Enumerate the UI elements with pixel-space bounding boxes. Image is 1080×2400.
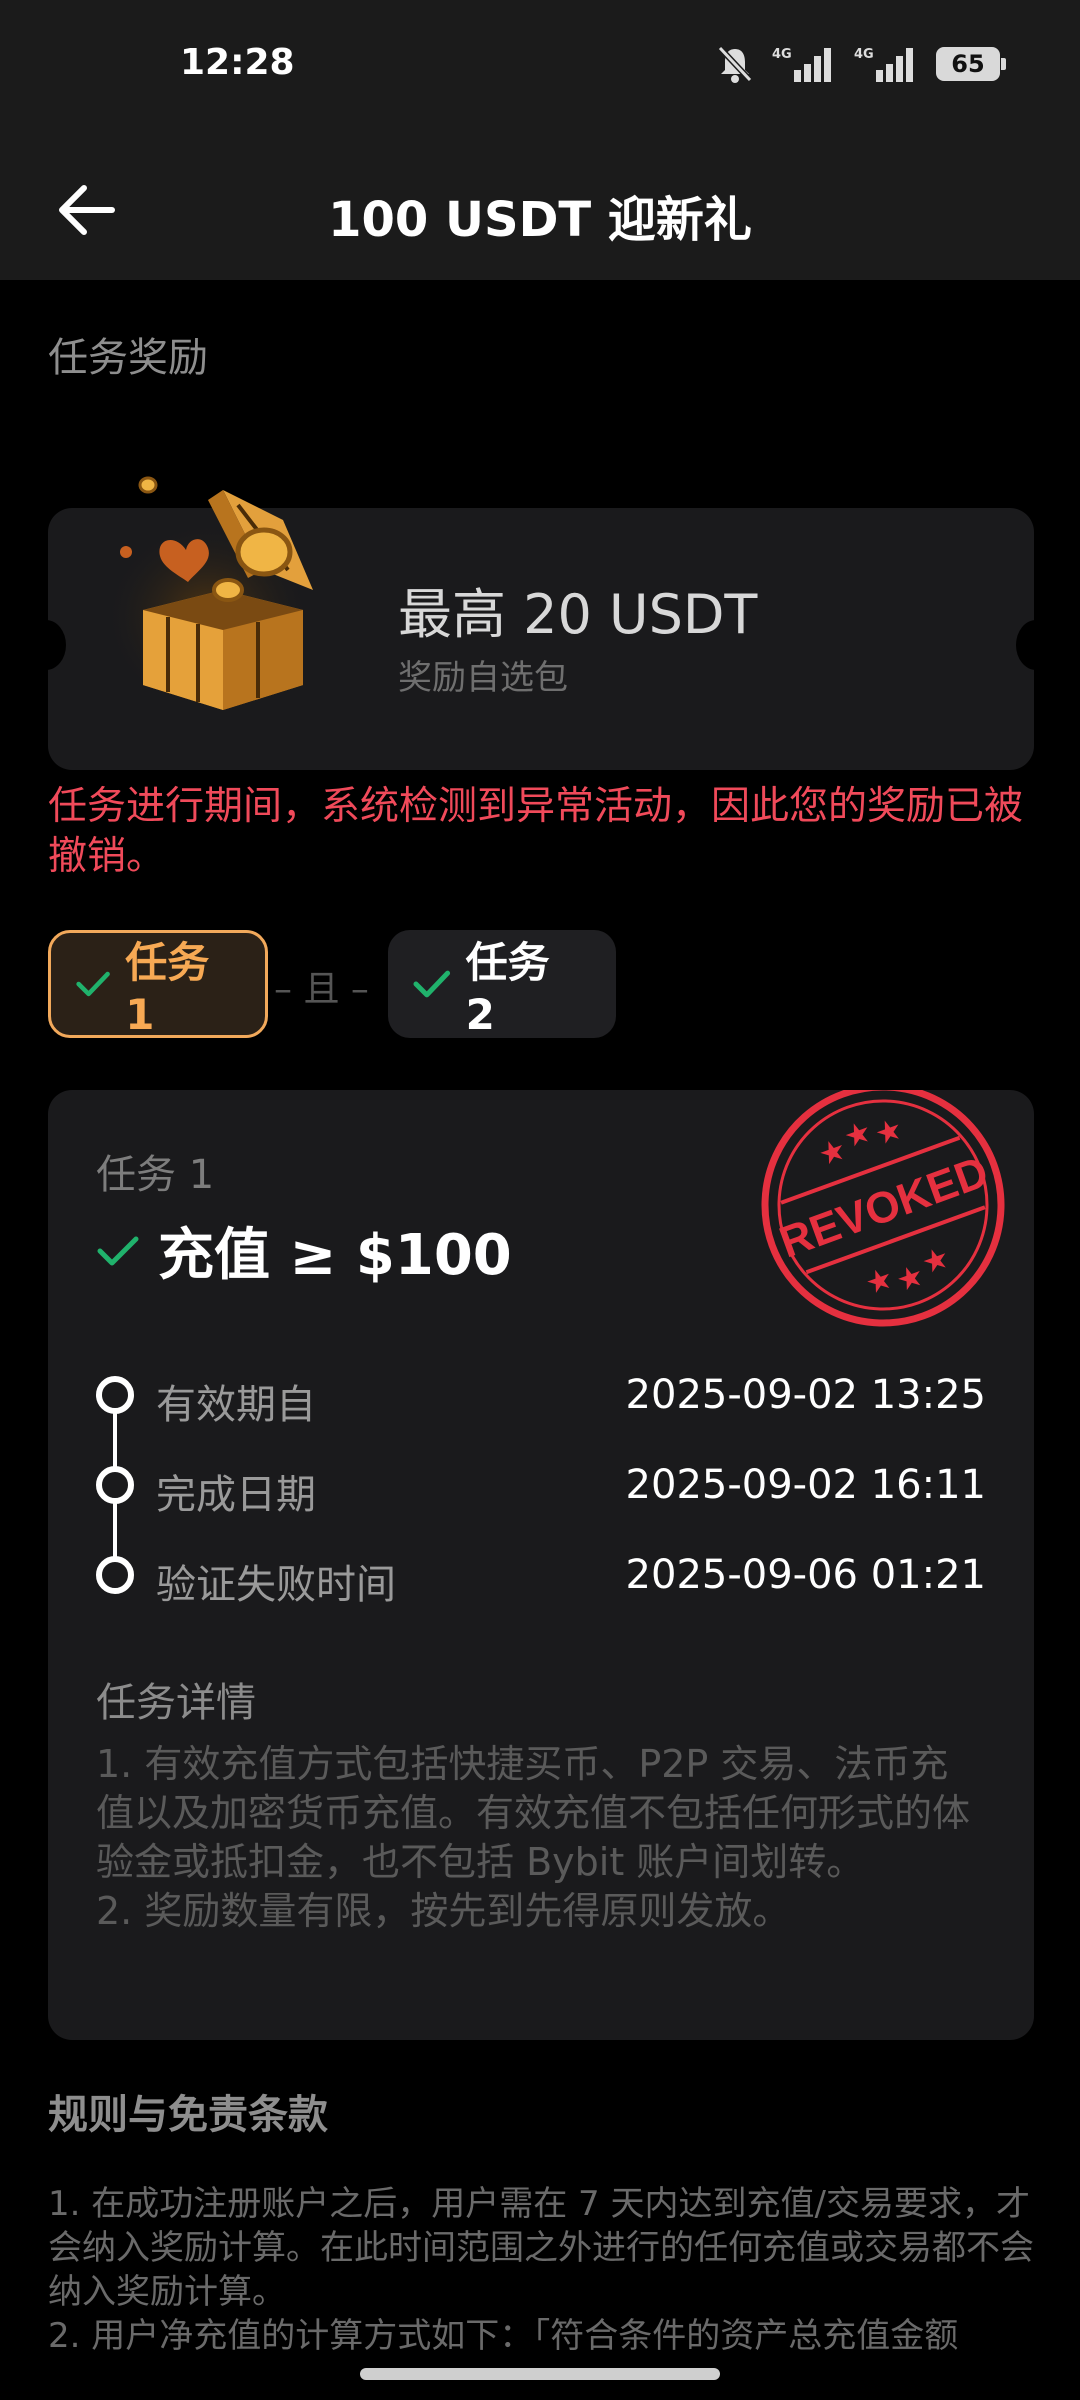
page-title: 100 USDT 迎新礼 bbox=[328, 192, 752, 248]
status-bar: 12:28 4G 4G 65 bbox=[0, 0, 1080, 140]
timeline-value: 2025-09-06 01:21 bbox=[625, 1552, 986, 1598]
check-icon bbox=[97, 1236, 139, 1265]
section-label: 任务奖励 bbox=[48, 335, 208, 381]
home-indicator[interactable] bbox=[360, 2368, 720, 2380]
network-label-1: 4G bbox=[772, 47, 792, 62]
task-card: 任务 1 充值 ≥ $100 ★ ★ ★ REVOKED ★ ★ ★ 有效期自 … bbox=[48, 1090, 1034, 2040]
bell-muted-icon bbox=[717, 45, 753, 83]
timeline-value: 2025-09-02 13:25 bbox=[625, 1372, 986, 1418]
details-title: 任务详情 bbox=[96, 1680, 256, 1726]
reward-subtitle: 奖励自选包 bbox=[398, 658, 568, 698]
task-tab-2[interactable]: 任务 2 bbox=[388, 930, 616, 1039]
details-text: 1. 有效充值方式包括快捷买币、P2P 交易、法币充值以及加密货币充值。有效充值… bbox=[96, 1740, 986, 1936]
signal-icon-2: 4G bbox=[854, 47, 913, 82]
reward-amount: 最高 20 USDT bbox=[398, 583, 758, 646]
rules-text: 1. 在成功注册账户之后，用户需在 7 天内达到充值/交易要求，才会纳入奖励计算… bbox=[48, 2182, 1038, 2358]
rules-item: 2. 用户净充值的计算方式如下：「符合条件的资产总充值金额 bbox=[48, 2316, 959, 2356]
rules-item: 1. 在成功注册账户之后，用户需在 7 天内达到充值/交易要求，才会纳入奖励计算… bbox=[48, 2184, 1034, 2312]
timeline-dot bbox=[96, 1556, 134, 1594]
task-tab-label: 任务 1 bbox=[125, 938, 210, 1039]
task-title-text: 充值 ≥ $100 bbox=[158, 1223, 512, 1288]
status-icons: 4G 4G 65 bbox=[716, 44, 1006, 84]
revoked-stamp: ★ ★ ★ REVOKED ★ ★ ★ bbox=[761, 1090, 1005, 1327]
signal-icon: 4G bbox=[772, 47, 831, 82]
details-item: 2. 奖励数量有限，按先到先得原则发放。 bbox=[96, 1889, 791, 1933]
task-tab-1[interactable]: 任务 1 bbox=[48, 930, 268, 1039]
gift-box-icon bbox=[103, 476, 313, 710]
warning-message: 任务进行期间，系统检测到异常活动，因此您的奖励已被撤销。 bbox=[48, 784, 1024, 879]
timeline-label: 验证失败时间 bbox=[156, 1562, 396, 1608]
check-icon bbox=[413, 970, 451, 998]
status-time: 12:28 bbox=[180, 42, 295, 83]
timeline-dot bbox=[96, 1466, 134, 1504]
app-header: 100 USDT 迎新礼 bbox=[0, 140, 1080, 280]
check-icon bbox=[76, 971, 110, 997]
rules-title: 规则与免责条款 bbox=[48, 2092, 328, 2138]
timeline-label: 完成日期 bbox=[156, 1472, 316, 1518]
task-subtitle: 任务 1 bbox=[96, 1152, 215, 1198]
network-label-2: 4G bbox=[854, 47, 874, 62]
task-title: 充值 ≥ $100 bbox=[96, 1210, 512, 1291]
ticket-notch bbox=[1016, 620, 1056, 670]
tab-separator: – 且 – bbox=[274, 969, 369, 1010]
timeline-dot bbox=[96, 1376, 134, 1414]
task-tab-label: 任务 2 bbox=[465, 938, 550, 1039]
timeline-label: 有效期自 bbox=[156, 1382, 316, 1428]
battery-icon: 65 bbox=[936, 47, 1006, 81]
timeline-value: 2025-09-02 16:11 bbox=[625, 1462, 986, 1508]
details-item: 1. 有效充值方式包括快捷买币、P2P 交易、法币充值以及加密货币充值。有效充值… bbox=[96, 1742, 971, 1884]
